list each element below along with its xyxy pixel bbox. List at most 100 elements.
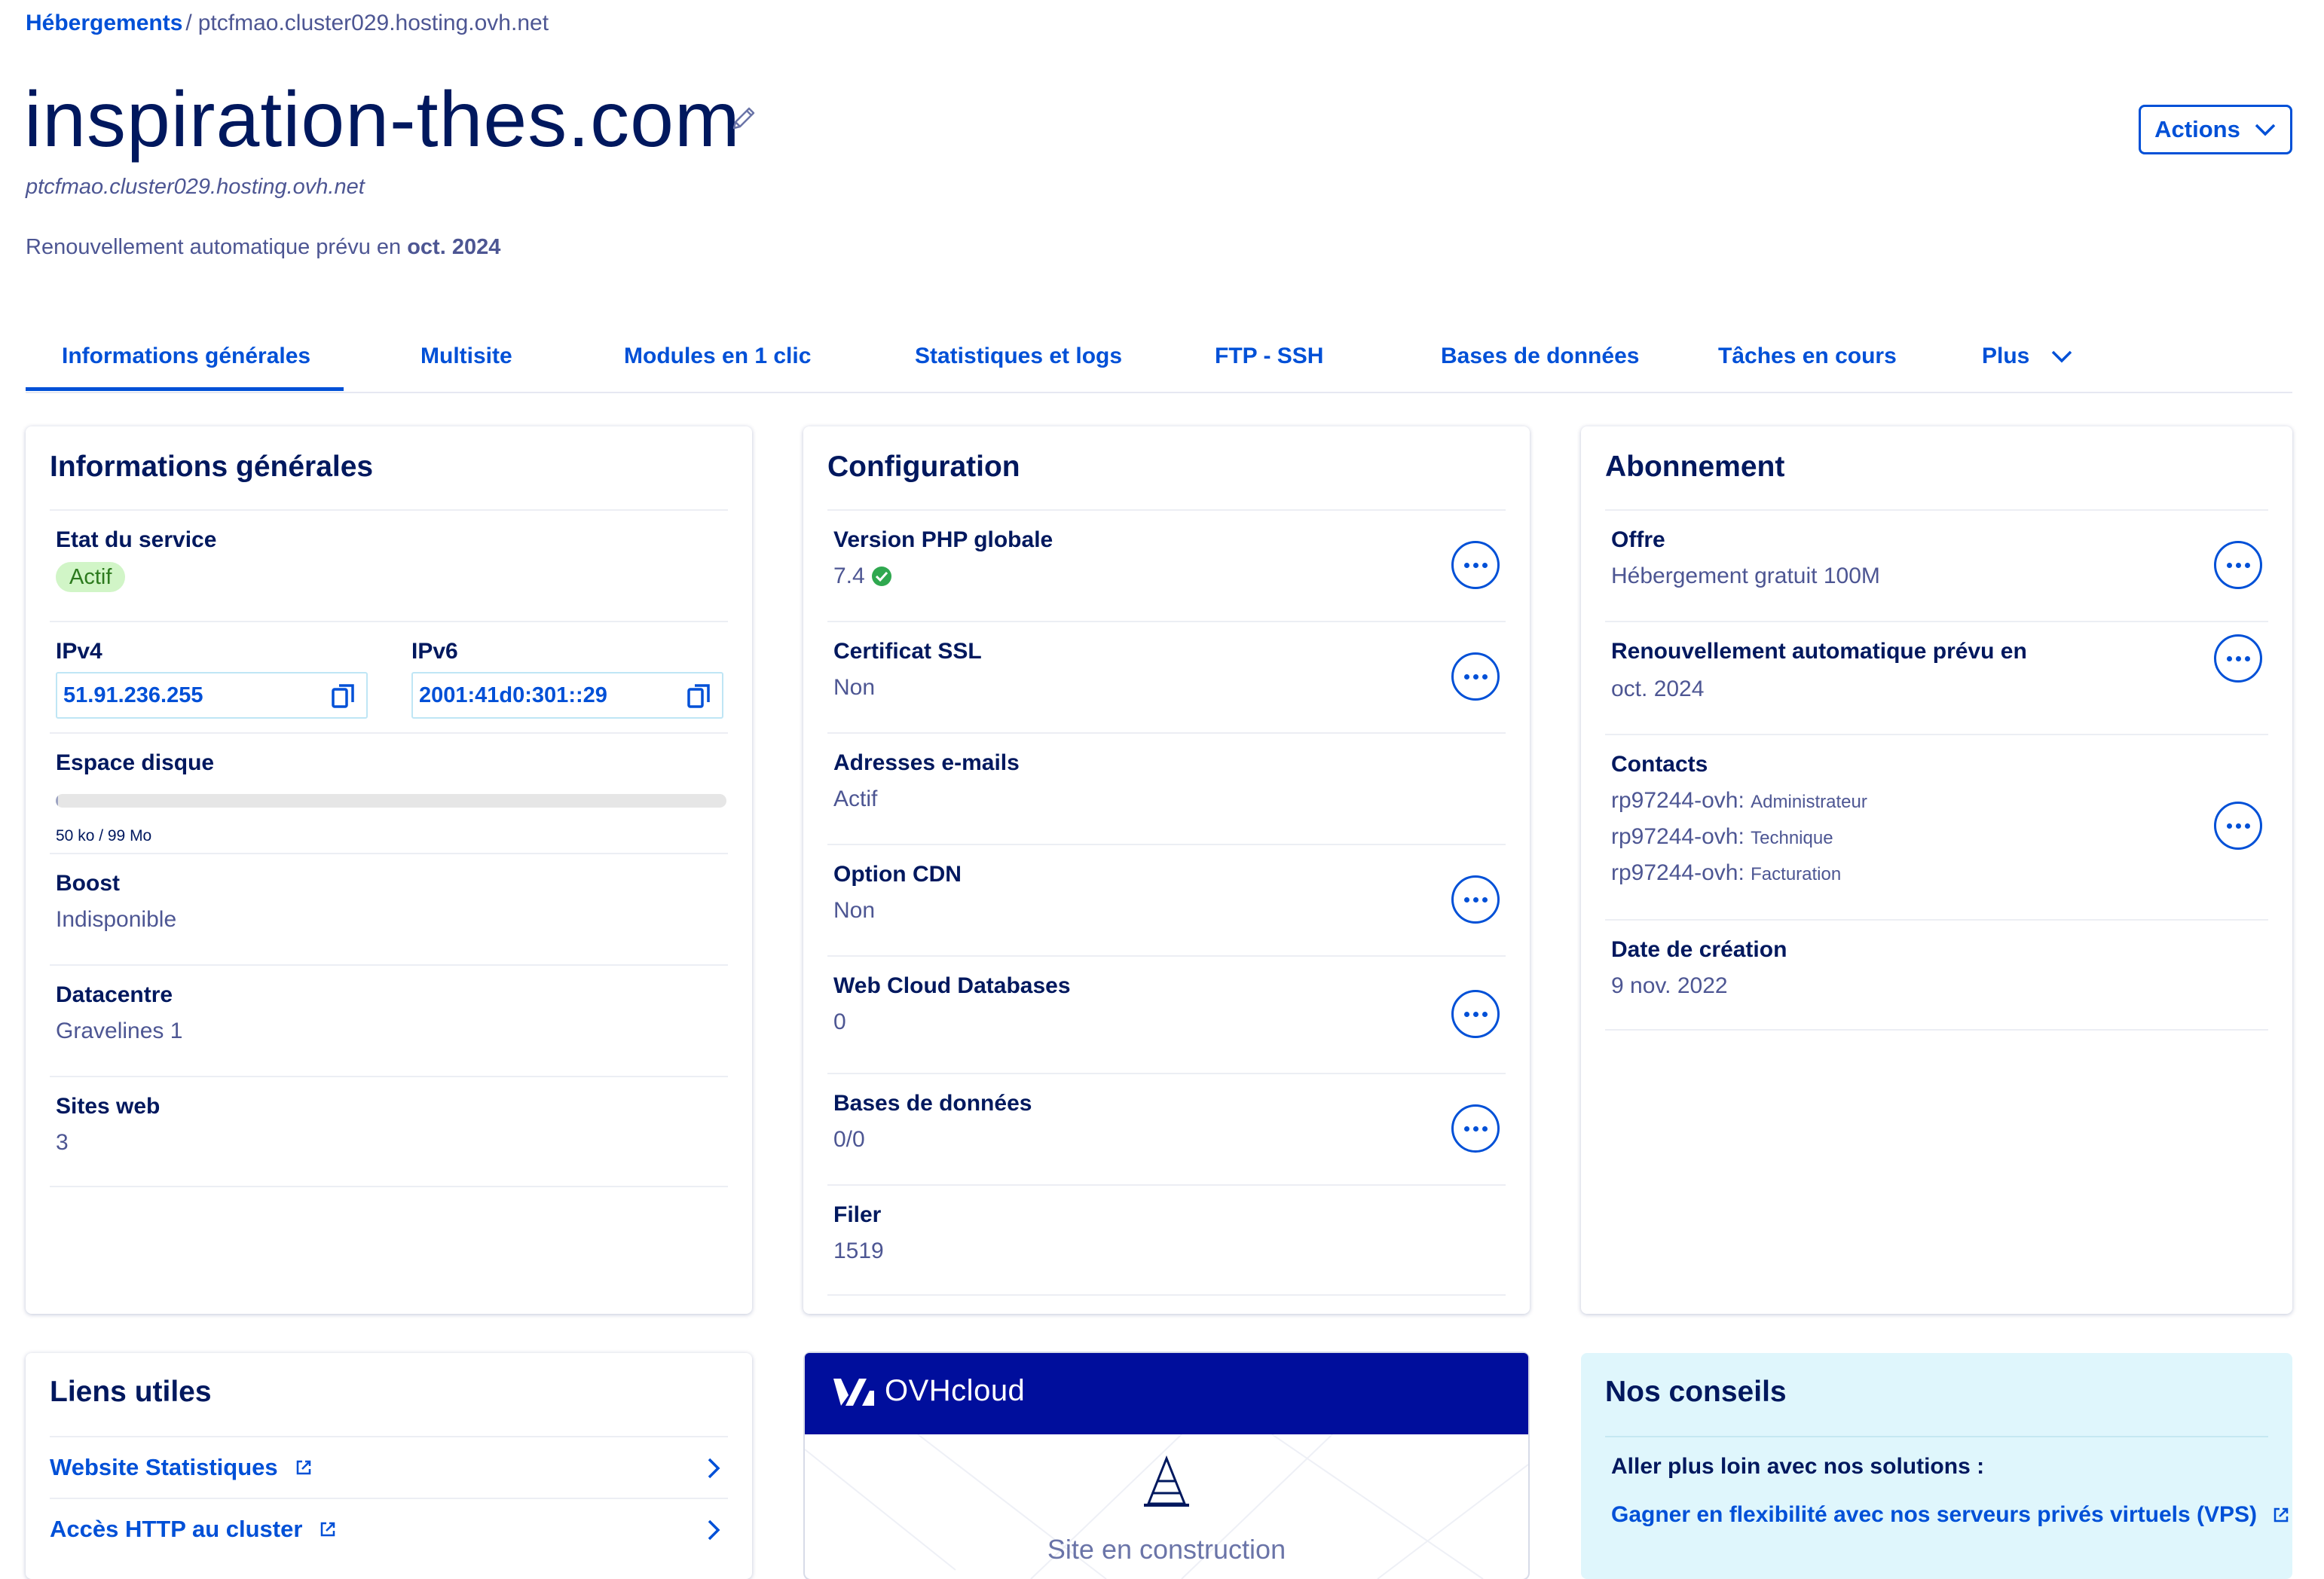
status-badge: Actif [56,562,126,592]
contacts-label: Contacts [1611,752,1708,777]
traffic-cone-icon [1144,1455,1189,1507]
link-label-wrap: Accès HTTP au cluster [50,1516,337,1543]
contact-billing: rp97244-ovh: Facturation [1611,860,1841,886]
filer-label: Filer [833,1202,882,1227]
ipv6-value: 2001:41d0:301::29 [419,683,607,707]
contacts-row: Contacts rp97244-ovh: Administrateur rp9… [1605,734,2268,919]
check-circle-icon [871,567,891,586]
tab-bases-de-donnees[interactable]: Bases de données [1441,344,1639,369]
general-info-card: Informations générales Etat du service A… [26,426,752,1314]
databases-value: 0/0 [833,1127,865,1152]
websites-row: Sites web 3 [50,1076,728,1187]
page-subtitle: ptcfmao.cluster029.hosting.ovh.net [26,175,365,199]
subscription-card: Abonnement Offre Hébergement gratuit 100… [1581,426,2292,1314]
tab-plus[interactable]: Plus [1982,344,2073,369]
chevron-right-icon [708,1458,720,1479]
creation-date-label: Date de création [1611,937,1787,962]
php-value-wrap: 7.4 [833,563,892,589]
contact-id: rp97244-ovh: [1611,788,1745,813]
link-label-wrap: Website Statistiques [50,1454,313,1481]
offer-label: Offre [1611,527,1665,552]
tab-informations-generales[interactable]: Informations générales [62,344,310,369]
chevron-right-icon [708,1519,720,1541]
configuration-card: Configuration Version PHP globale 7.4 Ce… [803,426,1530,1314]
tab-ftp-ssh[interactable]: FTP - SSH [1215,344,1323,369]
web-cloud-db-value: 0 [833,1009,846,1034]
email-row: Adresses e-mails Actif [827,732,1506,844]
preview-header: OVHcloud [805,1353,1528,1434]
pencil-icon[interactable] [728,104,758,134]
copy-icon[interactable] [330,683,357,710]
creation-date-value: 9 nov. 2022 [1611,973,1728,998]
breadcrumb-link-hebergements[interactable]: Hébergements [26,11,182,35]
contact-id: rp97244-ovh: [1611,860,1745,885]
contact-role: Administrateur [1751,792,1867,812]
email-label: Adresses e-mails [833,750,1020,775]
breadcrumb-separator: / [185,11,192,35]
offer-value: Hébergement gratuit 100M [1611,563,1880,588]
filer-row: Filer 1519 [827,1184,1506,1296]
more-options-button[interactable] [1451,541,1500,589]
external-link-icon [296,1460,310,1475]
tips-divider [1605,1436,2268,1437]
actions-button[interactable]: Actions [2139,105,2292,154]
renewal-label: Renouvellement automatique prévu en [1611,639,2027,664]
ipv6-label: IPv6 [411,639,458,664]
renewal-info: Renouvellement automatique prévu en oct.… [26,235,500,260]
card-title: Liens utiles [50,1376,212,1408]
ipv4-field[interactable]: 51.91.236.255 [56,672,368,719]
chevron-down-icon [2255,124,2276,136]
link-website-statistics[interactable]: Website Statistiques [50,1436,728,1498]
card-title: Nos conseils [1605,1376,1787,1408]
copy-icon[interactable] [686,683,713,710]
web-cloud-db-row: Web Cloud Databases 0 [827,955,1506,1073]
php-label: Version PHP globale [833,527,1053,552]
tab-modules[interactable]: Modules en 1 clic [624,344,811,369]
site-preview-card: OVHcloud Site en construction [805,1353,1528,1579]
websites-value: 3 [56,1130,69,1155]
preview-brand: OVHcloud [885,1374,1026,1407]
offer-row: Offre Hébergement gratuit 100M [1605,509,2268,621]
ssl-row: Certificat SSL Non [827,621,1506,732]
tab-statistiques[interactable]: Statistiques et logs [915,344,1122,369]
contact-id: rp97244-ovh: [1611,824,1745,849]
ip-row: IPv4 51.91.236.255 IPv6 2001:41d0:301::2… [50,621,728,732]
more-options-button[interactable] [2214,802,2262,850]
disk-label: Espace disque [56,750,215,775]
more-options-button[interactable] [1451,990,1500,1038]
datacenter-label: Datacentre [56,982,173,1007]
ssl-value: Non [833,675,876,700]
disk-row: Espace disque 50 ko / 99 Mo [50,732,728,853]
ssl-label: Certificat SSL [833,639,982,664]
ipv6-field[interactable]: 2001:41d0:301::29 [411,672,723,719]
contact-tech: rp97244-ovh: Technique [1611,824,1833,850]
contact-role: Technique [1751,828,1833,848]
email-value: Actif [833,786,878,811]
php-value: 7.4 [833,563,865,588]
more-options-button[interactable] [1451,652,1500,701]
tips-heading: Aller plus loin avec nos solutions : [1611,1454,1985,1479]
disk-progress-fill [56,794,58,808]
contact-role: Facturation [1751,864,1842,884]
filer-value: 1519 [833,1238,884,1263]
datacenter-row: Datacentre Gravelines 1 [50,964,728,1076]
more-options-button[interactable] [2214,541,2262,589]
tips-link-vps[interactable]: Gagner en flexibilité avec nos serveurs … [1611,1502,2290,1528]
ipv4-value: 51.91.236.255 [63,683,203,707]
page-title: inspiration-thes.com [24,76,741,163]
tab-bar: Informations générales Multisite Modules… [26,331,2292,393]
renewal-date: oct. 2024 [407,235,501,259]
tips-card: Nos conseils Aller plus loin avec nos so… [1581,1353,2292,1579]
web-cloud-db-label: Web Cloud Databases [833,973,1071,998]
more-options-button[interactable] [1451,1104,1500,1153]
tab-taches[interactable]: Tâches en cours [1718,344,1897,369]
card-title: Configuration [827,450,1020,483]
chevron-down-icon [2052,350,2072,363]
datacenter-value: Gravelines 1 [56,1019,183,1043]
card-title: Informations générales [50,450,374,483]
more-options-button[interactable] [1451,875,1500,924]
breadcrumb: Hébergements / ptcfmao.cluster029.hosting.… [26,11,549,36]
tab-multisite[interactable]: Multisite [420,344,512,369]
disk-progress-bar [56,794,726,808]
more-options-button[interactable] [2214,634,2262,683]
